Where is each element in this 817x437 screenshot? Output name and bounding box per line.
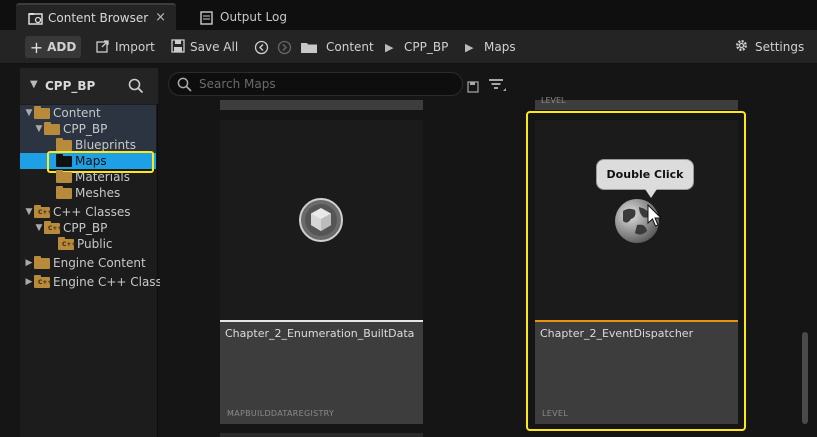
tab-label: Content Browser	[48, 10, 149, 25]
forward-icon[interactable]	[277, 30, 292, 64]
sources-title: CPP_BP	[45, 79, 96, 93]
tree-item-content[interactable]: ▼ Content	[20, 105, 156, 121]
folder-icon	[34, 105, 50, 119]
tab-content-browser[interactable]: Content Browser ×	[16, 3, 176, 30]
tree-item-engine-content[interactable]: ▶ Engine Content	[20, 255, 156, 271]
toolbar: + ADD Import Save All Content ▶ CPP_BP ▶…	[0, 30, 817, 64]
tree-item-meshes[interactable]: Meshes	[20, 185, 156, 201]
tree-label: Public	[77, 237, 113, 251]
back-icon[interactable]	[254, 30, 269, 64]
tree-item-public[interactable]: C++ Public	[20, 236, 156, 252]
chevron-down-icon[interactable]: ▼	[30, 79, 38, 90]
tree-label: CPP_BP	[63, 122, 108, 136]
content-browser-icon	[28, 12, 43, 25]
search-input[interactable]	[199, 76, 449, 92]
scrollbar[interactable]	[802, 332, 808, 424]
import-label: Import	[115, 40, 155, 54]
search-icon[interactable]	[128, 78, 144, 98]
cpp-folder-icon: C++	[58, 236, 76, 250]
tree-label: CPP_BP	[63, 221, 108, 235]
asset-type: LEVEL	[541, 96, 566, 105]
breadcrumb-content[interactable]: Content	[326, 30, 374, 64]
tree-item-cpp-bp[interactable]: ▼ CPP_BP	[20, 121, 156, 137]
chevron-right-icon[interactable]: ▶	[24, 277, 34, 287]
tree-item-engine-cpp-classes[interactable]: ▶ C++ Engine C++ Class	[20, 274, 162, 290]
tree-item-materials[interactable]: Materials	[20, 169, 156, 185]
asset-type: MAPBUILDDATAREGISTRY	[227, 409, 335, 418]
import-button[interactable]: Import	[96, 30, 155, 64]
tree-label: Materials	[75, 170, 131, 184]
settings-button[interactable]: Settings	[734, 30, 804, 64]
tree-label: C++ Classes	[53, 205, 131, 219]
asset-tile-partial[interactable]: LEVEL	[535, 96, 738, 110]
sources-header: ▼ CPP_BP	[20, 68, 158, 104]
folder-icon	[56, 169, 72, 183]
add-label: ADD	[47, 40, 77, 54]
tree-item-cpp-bp-classes[interactable]: ▼ C++ CPP_BP	[20, 220, 156, 236]
asset-tile-partial[interactable]	[220, 433, 423, 437]
chevron-right-icon[interactable]: ▶	[385, 30, 393, 64]
tree-label: Engine C++ Class	[53, 275, 162, 289]
mapbuilddata-icon	[298, 197, 344, 247]
save-search-icon[interactable]	[467, 78, 479, 97]
asset-view: LEVEL Chapter_2_Enumeration_BuiltData MA…	[160, 96, 817, 437]
tab-label: Output Log	[220, 9, 287, 24]
close-icon[interactable]: ×	[155, 10, 166, 25]
tab-output-log[interactable]: Output Log	[188, 3, 298, 30]
cpp-folder-icon: C++	[34, 274, 52, 288]
tree-item-cpp-classes[interactable]: ▼ C++ C++ Classes	[20, 204, 156, 220]
cpp-folder-icon: C++	[44, 220, 62, 234]
folder-icon	[44, 121, 60, 135]
cpp-folder-icon: C++	[34, 204, 52, 218]
save-icon	[171, 38, 185, 56]
chevron-right-icon[interactable]: ▶	[24, 258, 34, 268]
folder-icon	[56, 137, 72, 151]
tab-bar: Content Browser × Output Log	[0, 0, 817, 30]
chevron-down-icon[interactable]: ▼	[24, 108, 34, 118]
search-bar	[168, 72, 463, 96]
tree-label: Meshes	[75, 186, 121, 200]
gear-icon	[734, 38, 749, 56]
folder-icon	[301, 30, 318, 64]
asset-thumbnail	[220, 120, 423, 320]
highlight-box	[526, 111, 746, 431]
folder-icon	[56, 185, 72, 199]
save-all-label: Save All	[190, 40, 239, 54]
tree-label: Blueprints	[75, 138, 137, 152]
breadcrumb-maps[interactable]: Maps	[484, 30, 516, 64]
filter-icon[interactable]	[488, 77, 506, 97]
settings-label: Settings	[755, 40, 805, 54]
search-icon	[177, 77, 192, 96]
asset-tile-partial[interactable]	[220, 100, 423, 110]
breadcrumb-cpp-bp[interactable]: CPP_BP	[404, 30, 448, 64]
add-button[interactable]: + ADD	[25, 36, 81, 58]
asset-tile-builtdata[interactable]: Chapter_2_Enumeration_BuiltData MAPBUILD…	[220, 120, 423, 424]
asset-name: Chapter_2_Enumeration_BuiltData	[225, 327, 415, 340]
chevron-right-icon[interactable]: ▶	[465, 30, 473, 64]
chevron-down-icon[interactable]: ▼	[34, 124, 44, 134]
sources-panel: ▼ CPP_BP ▼ Content ▼ CPP_BP Blueprints M…	[20, 68, 162, 437]
chevron-down-icon[interactable]: ▼	[34, 223, 44, 233]
plus-icon: +	[29, 37, 44, 57]
folder-icon	[34, 255, 50, 269]
chevron-down-icon[interactable]: ▼	[24, 207, 34, 217]
tree-label: Content	[53, 106, 101, 120]
asset-info: Chapter_2_Enumeration_BuiltData MAPBUILD…	[220, 320, 423, 424]
output-log-icon	[200, 10, 214, 25]
save-all-button[interactable]: Save All	[171, 30, 238, 64]
import-icon	[96, 39, 110, 56]
tree-label: Engine Content	[53, 256, 146, 270]
